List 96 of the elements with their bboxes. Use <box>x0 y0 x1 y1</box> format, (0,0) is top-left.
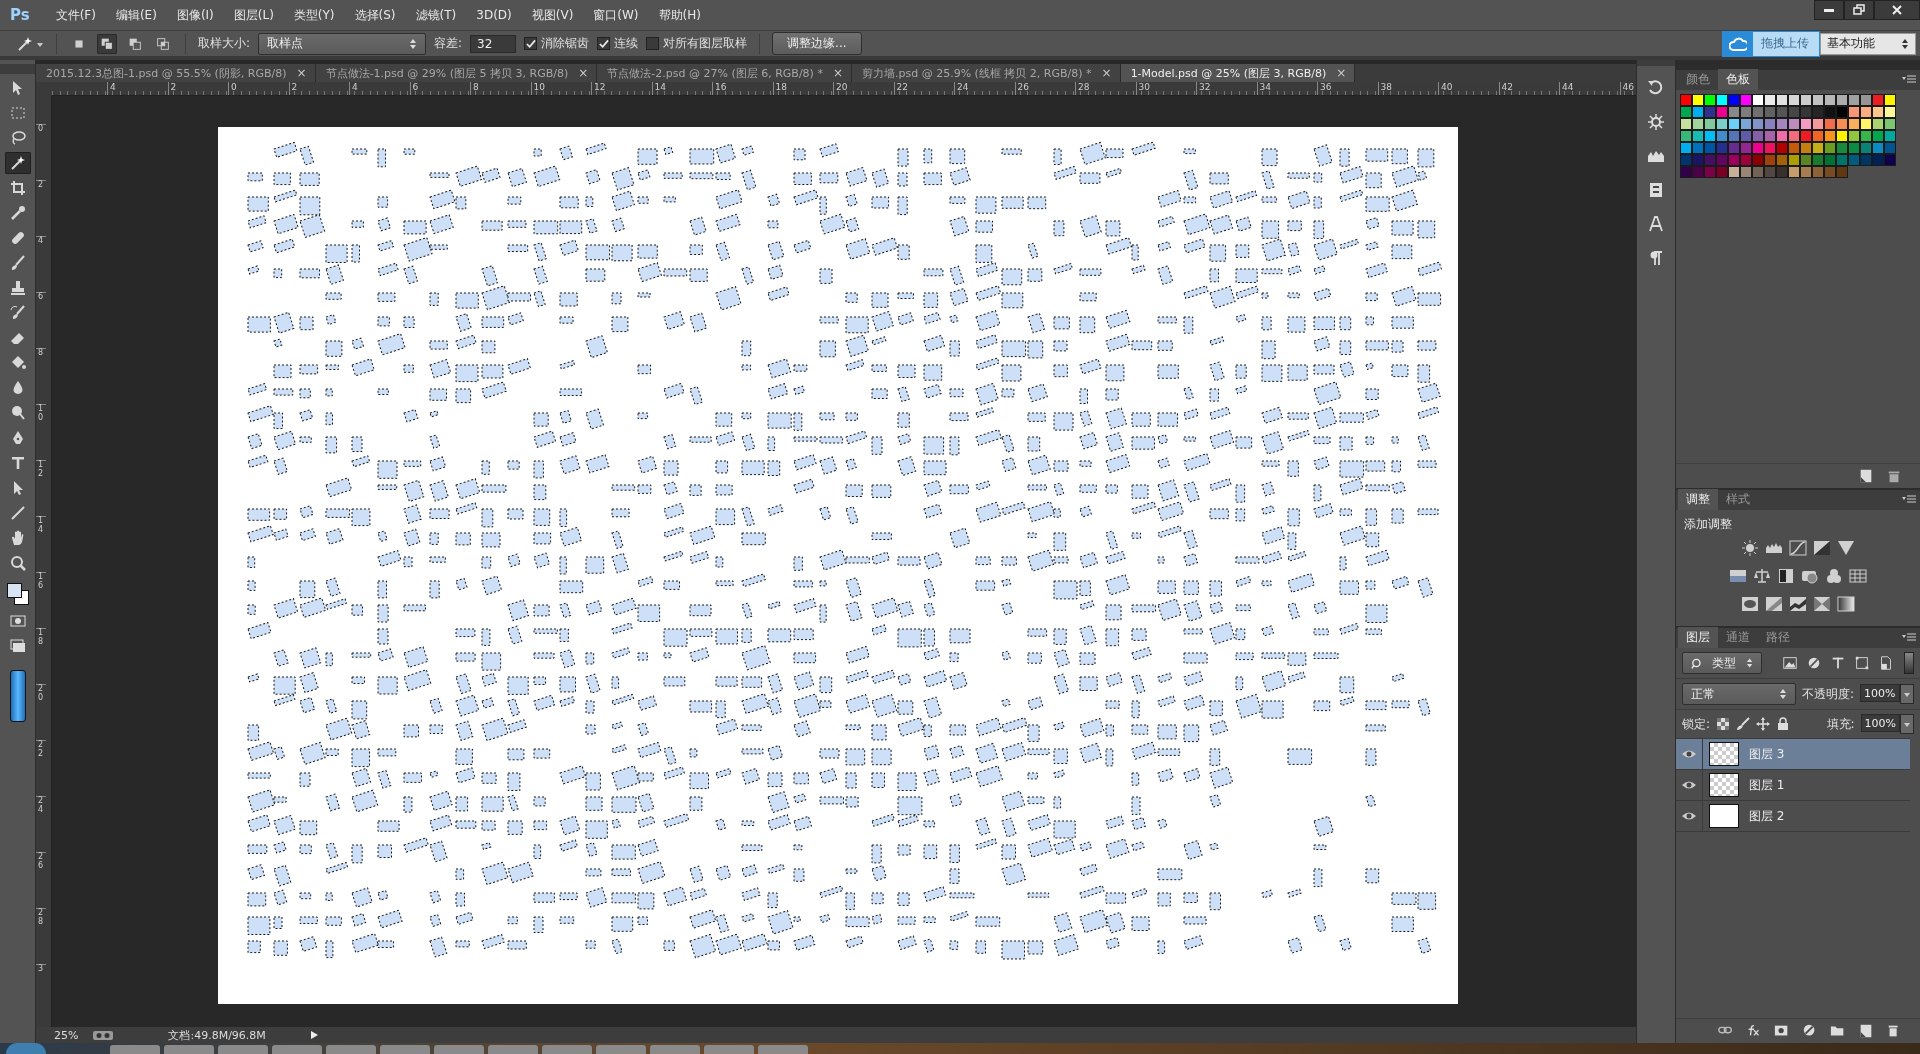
ruler-label: 38 <box>1377 82 1438 95</box>
tab-close[interactable]: × <box>296 66 307 80</box>
panel-tab[interactable]: 调整 <box>1678 489 1718 510</box>
sample-size-dropdown[interactable]: 取样点 <box>258 32 427 55</box>
panel-tab[interactable]: 色板 <box>1718 69 1758 90</box>
panel-tab[interactable]: 颜色 <box>1678 69 1718 90</box>
document-tab[interactable]: 剪力墙.psd @ 25.9% (线框 拷贝 2, RGB/8) * × <box>851 64 1121 82</box>
tab-close[interactable]: × <box>578 66 589 80</box>
panel-tab[interactable]: 路径 <box>1758 627 1798 648</box>
document-tab[interactable]: 节点做法-2.psd @ 27% (图层 6, RGB/8) * × <box>597 64 852 82</box>
ruler-label: 14 <box>36 516 46 572</box>
menu-item[interactable]: 视图(V) <box>523 4 582 26</box>
layer-name: 图层 1 <box>1749 776 1785 794</box>
ruler-label: 30 <box>1135 82 1196 95</box>
ruler-label: 20 <box>833 82 894 95</box>
ruler-label: 28 <box>36 908 46 964</box>
ruler-label: 0 <box>36 124 46 180</box>
ruler-label: 10 <box>36 404 46 460</box>
checkbox-label: 连续 <box>614 35 639 52</box>
ruler-label: 22 <box>36 740 46 796</box>
ruler-label: 16 <box>36 572 46 628</box>
ruler-label: 42 <box>1498 82 1559 95</box>
ruler-label: 2 <box>288 82 349 95</box>
opacity-field[interactable]: 100% <box>1860 684 1900 702</box>
app-logo: Ps <box>9 6 31 24</box>
layer-name: 图层 2 <box>1749 807 1785 825</box>
upload-button[interactable]: 拖拽上传 <box>1722 30 1820 57</box>
panel-tab[interactable]: 通道 <box>1718 627 1758 648</box>
ruler-label: 26 <box>36 852 46 908</box>
ruler-label: 18 <box>36 628 46 684</box>
ruler-label: 6 <box>36 292 46 348</box>
tolerance-field[interactable]: 32 <box>470 34 517 53</box>
ruler-label: 6 <box>409 82 470 95</box>
ruler-label: 14 <box>651 82 712 95</box>
ruler-label: 28 <box>1075 82 1136 95</box>
ruler-label: 34 <box>1256 82 1317 95</box>
tab-close[interactable]: × <box>1101 66 1112 80</box>
tolerance-label: 容差: <box>434 35 463 52</box>
panel-tab[interactable]: 图层 <box>1678 627 1718 648</box>
menu-item[interactable]: 图层(L) <box>225 4 282 26</box>
ruler-label: 26 <box>1014 82 1075 95</box>
ruler-label: 2 <box>36 180 46 236</box>
ruler-label: 4 <box>107 82 168 95</box>
ruler-label: 44 <box>1559 82 1620 95</box>
ruler-label: 32 <box>1196 82 1257 95</box>
layer-name: 图层 3 <box>1749 745 1785 763</box>
layer-row[interactable]: 图层 2 <box>1676 801 1910 832</box>
lock-label: 锁定: <box>1682 715 1711 733</box>
workspace-dropdown[interactable]: 基本功能 <box>1820 32 1916 55</box>
menu-item[interactable]: 窗口(W) <box>585 4 647 26</box>
ruler-label: 12 <box>591 82 652 95</box>
tab-close[interactable]: × <box>1336 66 1347 80</box>
layer-row[interactable]: 图层 3 <box>1676 739 1910 770</box>
document-tab[interactable]: 节点做法-1.psd @ 29% (图层 5 拷贝 3, RGB/8) × <box>315 64 598 82</box>
ruler-label: 8 <box>36 348 46 404</box>
ruler-label: 24 <box>954 82 1015 95</box>
ruler-label: 4 <box>349 82 410 95</box>
zoom-level: 25% <box>54 1028 79 1042</box>
checkbox-label: 对所有图层取样 <box>663 35 748 52</box>
menu-item[interactable]: 3D(D) <box>468 6 520 24</box>
menu-item[interactable]: 编辑(E) <box>107 4 165 26</box>
ruler-label: 22 <box>893 82 954 95</box>
menu-item[interactable]: 选择(S) <box>346 4 404 26</box>
menu-item[interactable]: 帮助(H) <box>650 4 709 26</box>
refine-edge-button[interactable]: 调整边缘... <box>772 32 862 55</box>
fill-label: 填充: <box>1826 715 1855 733</box>
checkbox-label: 消除锯齿 <box>541 35 590 52</box>
sample-size-label: 取样大小: <box>198 35 251 52</box>
menu-item[interactable]: 滤镜(T) <box>407 4 465 26</box>
ruler-label: 3 <box>36 964 46 1020</box>
ruler-label: 8 <box>470 82 531 95</box>
ruler-label: 16 <box>712 82 773 95</box>
ruler-label: 0 <box>228 82 289 95</box>
document-tab[interactable]: 1-Model.psd @ 25% (图层 3, RGB/8) × <box>1120 64 1356 82</box>
tab-close[interactable]: × <box>832 66 843 80</box>
ruler-label: 18 <box>772 82 833 95</box>
panel-tab[interactable]: 样式 <box>1718 489 1758 510</box>
ruler-label: 12 <box>36 460 46 516</box>
ruler-label: 20 <box>36 684 46 740</box>
fill-field[interactable]: 100% <box>1860 714 1900 732</box>
menu-item[interactable]: 图像(I) <box>168 4 222 26</box>
ruler-label: 40 <box>1438 82 1499 95</box>
menu-item[interactable]: 文件(F) <box>47 4 104 26</box>
ruler-label: 10 <box>530 82 591 95</box>
layer-row[interactable]: 图层 1 <box>1676 770 1910 801</box>
ruler-label: 36 <box>1317 82 1378 95</box>
blend-mode-dropdown[interactable]: 正常 <box>1682 683 1796 705</box>
document-size: 文档:49.8M/96.8M <box>168 1027 266 1043</box>
panel-heading: 添加调整 <box>1683 516 1733 533</box>
ruler-label: 4 <box>36 236 46 292</box>
menu-item[interactable]: 类型(Y) <box>285 4 343 26</box>
opacity-label: 不透明度: <box>1802 685 1855 703</box>
layer-filter-dropdown[interactable]: 类型 <box>1682 652 1762 674</box>
ruler-label: 2 <box>167 82 228 95</box>
ruler-label: 24 <box>36 796 46 852</box>
document-tab[interactable]: 2015.12.3总图-1.psd @ 55.5% (阴影, RGB/8) × <box>36 64 316 82</box>
